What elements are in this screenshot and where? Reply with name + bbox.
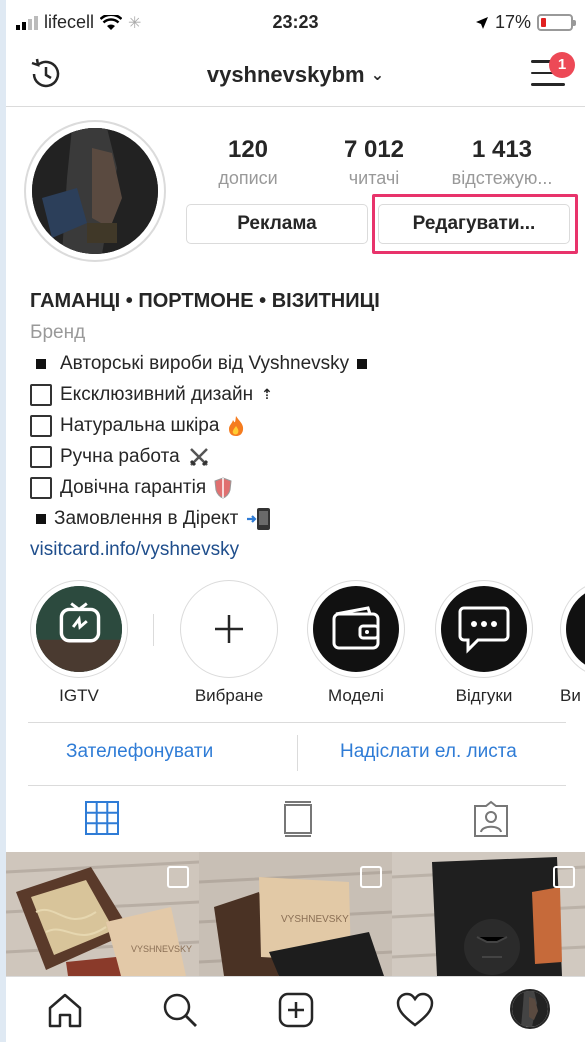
highlight-new[interactable]: Вибране — [179, 580, 279, 706]
multi-post-indicator — [553, 866, 575, 888]
following-count: 1 413 — [471, 136, 533, 163]
menu-button[interactable]: 1 — [531, 52, 575, 90]
highlight-igtv[interactable]: IGTV — [29, 580, 129, 706]
bio-line: Натуральна шкіра — [30, 410, 580, 441]
partial-icon — [566, 586, 585, 672]
story-highlights: IGTV Вибране Моделі Відгуки Ви — [6, 580, 585, 710]
profile-avatar[interactable] — [24, 120, 166, 262]
posts-label: дописи — [218, 168, 278, 188]
grid-post[interactable] — [392, 852, 585, 976]
black-square-icon — [36, 358, 46, 369]
followers-label: читачі — [348, 168, 400, 188]
highlight-box — [372, 194, 578, 254]
contact-divider — [297, 735, 298, 771]
highlight-ring — [180, 580, 278, 678]
bio-line: Довічна гарантія — [30, 472, 580, 503]
bio-text: Замовлення в Дірект — [54, 508, 239, 529]
igtv-icon — [36, 586, 122, 672]
highlight-separator — [153, 614, 154, 646]
brand-engraving: VYSHNEVSKY — [281, 914, 349, 925]
email-button[interactable]: Надіслати ел. листа — [340, 741, 517, 763]
highlight-models[interactable]: Моделі — [306, 580, 406, 706]
profile-screen: lifecell ✳ 23:23 17% vyshnevskybm ⌄ 1 12… — [6, 0, 585, 1042]
location-arrow-icon — [475, 16, 488, 29]
profile-name: ГАМАНЦІ • ПОРТМОНЕ • ВІЗИТНИЦІ — [30, 290, 380, 312]
photo-grid: VYSHNEVSKY VYSHNEVSKY — [6, 852, 585, 976]
profile-category: Бренд — [30, 322, 86, 343]
feed-view-icon[interactable] — [282, 800, 314, 838]
posts-count: 120 — [227, 136, 269, 163]
white-square-icon — [30, 445, 52, 468]
chat-bubble-icon — [441, 586, 527, 672]
highlight-ring — [307, 580, 405, 678]
top-arrow-icon: ⇡ — [261, 386, 273, 402]
shield-icon — [214, 476, 232, 499]
ads-button[interactable]: Реклама — [186, 204, 368, 244]
highlight-ring — [560, 580, 585, 678]
highlight-label: IGTV — [59, 686, 99, 705]
profile-tab-avatar[interactable] — [510, 989, 550, 1029]
stat-followers[interactable]: 7 012 читачі — [314, 136, 434, 189]
status-right: 17% — [475, 12, 576, 33]
wallet-icon — [313, 586, 399, 672]
white-square-icon — [30, 476, 52, 499]
stat-following[interactable]: 1 413 відстежую... — [442, 136, 562, 189]
avatar-image — [32, 128, 158, 254]
multi-post-indicator — [167, 866, 189, 888]
following-label: відстежую... — [451, 168, 553, 188]
black-square-icon — [357, 358, 368, 369]
multi-post-indicator — [360, 866, 382, 888]
notification-badge: 1 — [549, 52, 575, 78]
username-title: vyshnevskybm — [206, 62, 365, 87]
home-icon[interactable] — [46, 991, 84, 1029]
chevron-down-icon: ⌄ — [370, 67, 385, 84]
bio-text: Натуральна шкіра — [60, 415, 220, 436]
stat-posts[interactable]: 120 дописи — [188, 136, 308, 189]
tagged-icon[interactable] — [472, 800, 510, 838]
bio-line: Ручна работа — [30, 441, 580, 472]
battery-percent: 17% — [494, 12, 531, 32]
white-square-icon — [30, 383, 52, 406]
bio-text: Довічна гарантія — [60, 477, 207, 498]
bio-section: ГАМАНЦІ • ПОРТМОНЕ • ВІЗИТНИЦІ Бренд Авт… — [30, 286, 580, 565]
bio-line: Авторські вироби від Vyshnevsky — [30, 348, 580, 379]
username-switcher[interactable]: vyshnevskybm ⌄ — [6, 62, 585, 88]
status-bar: lifecell ✳ 23:23 17% — [6, 0, 585, 46]
content-tabs — [6, 790, 585, 850]
highlight-label: Моделі — [328, 686, 384, 705]
bio-link[interactable]: visitcard.info/vyshnevsky — [30, 534, 580, 565]
phone-arrow-icon — [247, 507, 271, 530]
white-square-icon — [30, 414, 52, 437]
highlight-partial[interactable]: Ви — [560, 580, 585, 706]
highlight-label: Вибране — [194, 686, 264, 705]
grid-icon[interactable] — [84, 800, 120, 836]
search-icon[interactable] — [161, 991, 199, 1029]
call-button[interactable]: Зателефонувати — [66, 741, 213, 763]
highlight-reviews[interactable]: Відгуки — [434, 580, 534, 706]
contact-bar: Зателефонувати Надіслати ел. листа — [28, 722, 566, 786]
plus-icon — [186, 586, 272, 672]
profile-header: vyshnevskybm ⌄ 1 — [6, 46, 585, 107]
highlight-label: Ви — [560, 686, 581, 705]
bottom-nav — [6, 976, 585, 1042]
black-square-icon — [36, 513, 46, 524]
battery-icon — [537, 14, 576, 31]
highlight-label: Відгуки — [455, 686, 513, 705]
bio-line: Ексклюзивний дизайн ⇡ — [30, 379, 580, 410]
bio-text: Ексклюзивний дизайн — [60, 384, 254, 405]
highlight-ring — [30, 580, 128, 678]
followers-count: 7 012 — [343, 136, 405, 163]
grid-post[interactable]: VYSHNEVSKY — [199, 852, 392, 976]
bio-text: Авторські вироби від Vyshnevsky — [60, 353, 350, 374]
crossed-swords-icon — [189, 447, 208, 466]
highlight-ring — [435, 580, 533, 678]
bio-text: Ручна работа — [60, 446, 180, 467]
bio-line: Замовлення в Дірект — [30, 503, 580, 534]
new-post-icon[interactable] — [277, 991, 315, 1029]
fire-icon — [229, 415, 244, 436]
brand-engraving: VYSHNEVSKY — [131, 944, 192, 954]
grid-post[interactable]: VYSHNEVSKY — [6, 852, 199, 976]
heart-icon[interactable] — [395, 991, 435, 1029]
